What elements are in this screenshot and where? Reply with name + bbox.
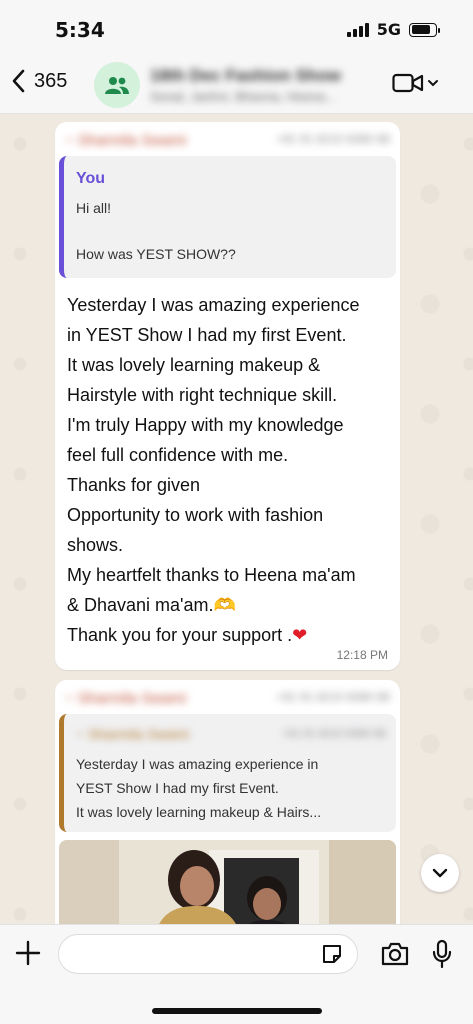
chat-name: 18th Dec Fashion Show — [150, 66, 341, 85]
message-line: My heartfelt thanks to Heena ma'am — [67, 565, 356, 585]
sender-row: ~ Sharmila Swami +91 91 8210 8380 88 — [65, 132, 390, 150]
quote-text-line: Hi all! — [76, 200, 112, 216]
chevron-left-icon — [12, 69, 25, 93]
group-icon — [105, 77, 129, 94]
chat-area[interactable]: ~ Sharmila Swami +91 91 8210 8380 88 You… — [0, 114, 473, 924]
message-input[interactable] — [58, 934, 358, 974]
message-line: Thank you for your support . — [67, 625, 293, 645]
quoted-message[interactable]: ~ Sharmila Swami +91 91 8210 8380 88 Yes… — [59, 714, 396, 832]
photo-attachment[interactable] — [59, 840, 396, 924]
message-line: It was lovely learning makeup & — [67, 355, 321, 375]
quote-author: ~ Sharmila Swami — [76, 726, 190, 742]
status-time: 5:34 — [55, 18, 105, 42]
sender-name: ~ Sharmila Swami — [65, 132, 187, 149]
message-line: & Dhavani ma'am. — [67, 595, 214, 615]
quote-text-line: YEST Show I had my first Event. — [76, 780, 279, 796]
attach-button[interactable] — [14, 939, 42, 972]
message-bubble[interactable]: ~ Sharmila Swami +91 91 8210 8380 88 You… — [55, 122, 400, 670]
message-line: Yesterday I was amazing experience — [67, 295, 360, 315]
message-line: Opportunity to work with fashion — [67, 505, 324, 525]
camera-icon — [381, 942, 409, 966]
battery-icon — [409, 22, 440, 37]
video-camera-icon — [392, 73, 424, 93]
chevron-down-icon — [428, 80, 438, 87]
quote-text-line: It was lovely learning makeup & Hairs... — [76, 804, 322, 820]
red-heart-emoji: ❤ — [292, 625, 308, 645]
quote-author: You — [76, 170, 106, 187]
signal-icon — [346, 22, 369, 37]
network-type: 5G — [376, 20, 401, 39]
composer-bar — [0, 924, 473, 1024]
chat-title[interactable]: 18th Dec Fashion Show Sonal, Janhvi, Bha… — [150, 66, 365, 104]
quote-text-line: Yesterday I was amazing experience in — [76, 756, 319, 772]
message-line: Thanks for given — [67, 475, 201, 495]
back-button[interactable]: 365 — [10, 68, 67, 94]
sender-phone: +91 91 8210 8380 88 — [276, 132, 390, 146]
message-line-with-emoji: Thank you for your support .❤ — [67, 620, 397, 650]
quote-phone: +91 91 8210 8380 88 — [281, 728, 386, 740]
sticker-icon — [323, 945, 341, 963]
camera-button[interactable] — [380, 941, 410, 972]
microphone-icon — [432, 939, 452, 969]
chat-members: Sonal, Janhvi, Bhavna, Heena... — [150, 89, 336, 104]
sender-row: ~ Sharmila Swami +91 91 8210 8380 88 — [65, 690, 390, 708]
message-line: I'm truly Happy with my knowledge — [67, 415, 344, 435]
sender-name: ~ Sharmila Swami — [65, 690, 187, 707]
status-bar: 5:34 5G — [0, 0, 473, 58]
voice-note-button[interactable] — [432, 939, 452, 974]
sticker-button[interactable] — [320, 942, 344, 971]
message-text: Yesterday I was amazing experience in YE… — [67, 290, 397, 650]
message-line: shows. — [67, 535, 124, 555]
chevron-down-icon — [432, 868, 448, 878]
message-time: 12:18 PM — [336, 648, 388, 662]
video-call-button[interactable] — [392, 72, 439, 94]
photo-image — [59, 840, 396, 924]
status-icons: 5G — [346, 20, 440, 39]
home-indicator[interactable] — [152, 1008, 322, 1014]
message-line: in YEST Show I had my first Event. — [67, 325, 347, 345]
plus-icon — [15, 940, 41, 966]
group-avatar[interactable] — [94, 62, 140, 108]
chat-header: 365 18th Dec Fashion Show Sonal, Janhvi,… — [0, 58, 473, 114]
message-line-with-emoji: & Dhavani ma'am.🫶 — [67, 590, 397, 620]
message-line: feel full confidence with me. — [67, 445, 289, 465]
heart-hands-emoji: 🫶 — [213, 595, 236, 615]
quote-text-line: How was YEST SHOW?? — [76, 246, 236, 262]
sender-phone: +91 91 8210 8380 88 — [276, 690, 390, 704]
message-bubble[interactable]: ~ Sharmila Swami +91 91 8210 8380 88 ~ S… — [55, 680, 400, 924]
unread-count: 365 — [34, 69, 68, 92]
message-line: Hairstyle with right technique skill. — [67, 385, 338, 405]
quoted-message[interactable]: You Hi all! How was YEST SHOW?? — [59, 156, 396, 278]
scroll-to-bottom-button[interactable] — [421, 854, 459, 892]
